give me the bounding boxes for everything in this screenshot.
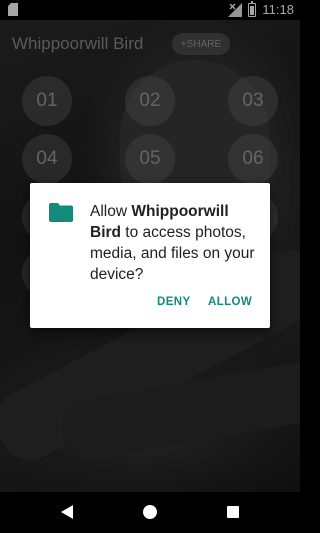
home-icon[interactable]: [143, 505, 157, 519]
screen: 11:18 Whippoorwill Bird +SHARE 01 02 03 …: [0, 0, 300, 533]
deny-button[interactable]: DENY: [157, 296, 191, 308]
permission-dialog: Allow Whippoorwill Bird to access photos…: [30, 183, 270, 328]
navigation-bar: [0, 492, 300, 533]
message-prefix: Allow: [90, 203, 132, 220]
allow-button[interactable]: ALLOW: [208, 296, 252, 308]
recents-icon[interactable]: [227, 506, 239, 518]
back-icon[interactable]: [60, 505, 74, 519]
permission-message: Allow Whippoorwill Bird to access photos…: [90, 201, 260, 285]
folder-icon: [49, 203, 73, 222]
